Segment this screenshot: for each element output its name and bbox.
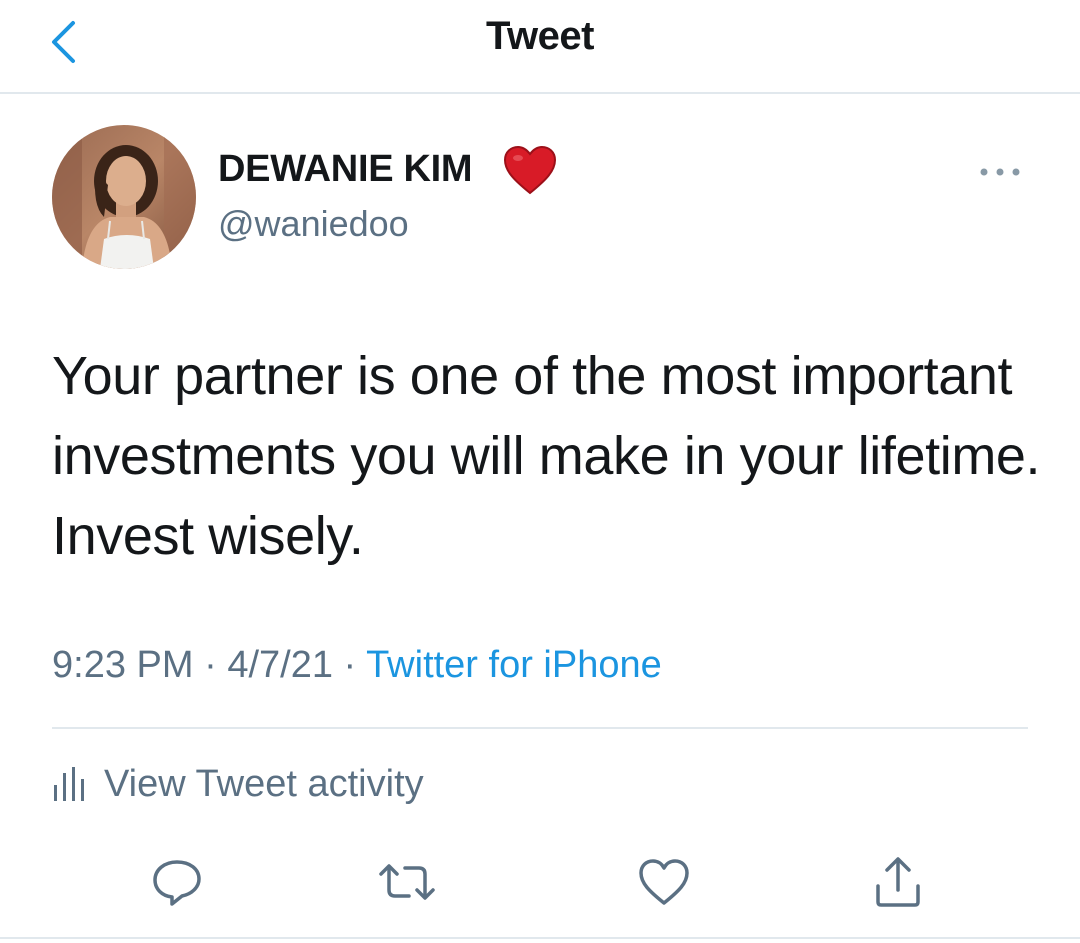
- more-dots-icon: [980, 168, 1020, 176]
- retweet-icon: [379, 864, 435, 900]
- like-button[interactable]: [632, 850, 696, 914]
- tweet-text: Your partner is one of the most importan…: [52, 346, 1041, 566]
- view-tweet-activity-link[interactable]: View Tweet activity: [52, 758, 424, 810]
- reply-icon: [153, 860, 201, 906]
- tweet-date: 4/7/21: [227, 644, 333, 686]
- top-navigation-bar: Tweet: [0, 0, 1080, 94]
- tweet-time: 9:23 PM: [52, 644, 194, 686]
- meta-separator: ·: [204, 644, 217, 686]
- tweet-source-link[interactable]: Twitter for iPhone: [366, 644, 662, 686]
- author-handle[interactable]: @waniedoo: [218, 203, 409, 245]
- retweet-button[interactable]: [375, 850, 439, 914]
- bar-chart-icon: [54, 767, 84, 801]
- share-button[interactable]: [866, 850, 930, 914]
- author-display-name[interactable]: DEWANIE KIM: [218, 148, 473, 191]
- red-heart-emoji-icon: [503, 145, 557, 195]
- meta-separator: ·: [343, 644, 357, 686]
- tweet-metadata: 9:23 PM · 4/7/21 · Twitter for iPhone: [52, 644, 662, 687]
- avatar[interactable]: [52, 125, 196, 269]
- heart-icon: [639, 859, 689, 905]
- profile-photo: [52, 125, 196, 269]
- share-icon: [876, 857, 920, 907]
- view-tweet-activity-label: View Tweet activity: [104, 762, 424, 805]
- more-options-button[interactable]: [970, 152, 1030, 192]
- bottom-divider: [0, 937, 1080, 939]
- reply-button[interactable]: [145, 850, 209, 914]
- divider: [52, 727, 1028, 729]
- page-title: Tweet: [486, 14, 594, 58]
